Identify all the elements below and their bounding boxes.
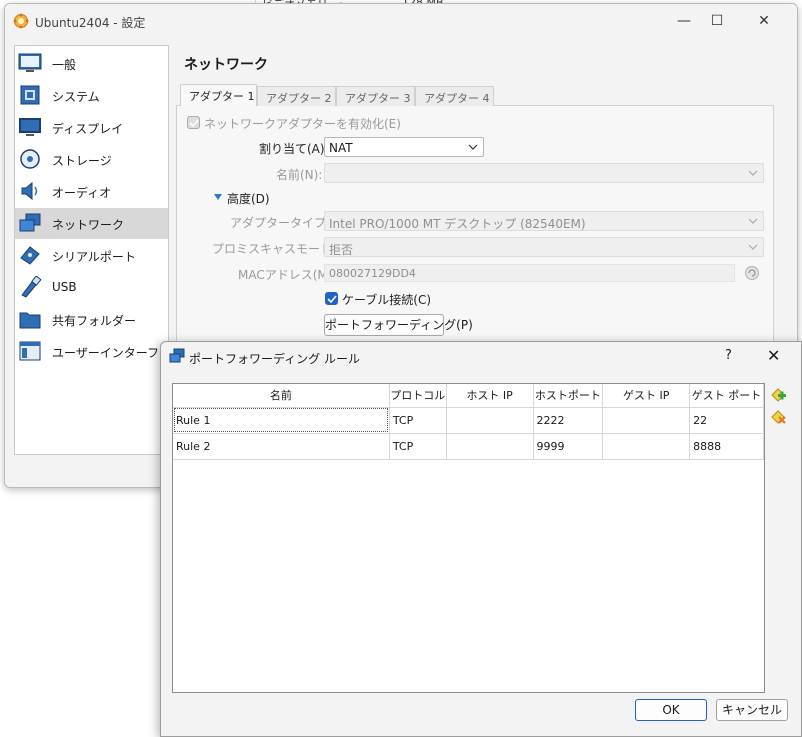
chevron-down-icon [748,218,758,224]
virtualbox-app-icon [13,13,29,29]
sidebar-item-serial-port[interactable]: シリアルポート [15,240,168,271]
tab-adapter-1[interactable]: アダプター 1 [180,84,257,106]
column-header-guest-port[interactable]: ゲスト ポート [689,384,764,408]
mac-address-value: 080027129DD4 [329,267,416,280]
system-icon [20,85,40,105]
remove-rule-icon[interactable] [769,408,787,426]
promiscuous-mode-value: 拒否 [329,243,354,257]
storage-icon [20,149,40,169]
audio-icon [21,181,38,201]
dialog-title: ポートフォワーディング ルール [189,352,360,366]
rule-host-port-cell[interactable]: 9999 [533,433,604,460]
cancel-button[interactable]: キャンセル [716,699,788,721]
promiscuous-mode-select[interactable]: 拒否 [324,237,764,257]
network-icon [19,213,41,232]
adapter-type-select[interactable]: Intel PRO/1000 MT デスクトップ (82540EM) [324,211,764,231]
chevron-down-icon [748,170,758,176]
name-label: 名前(N): [276,168,323,182]
chevron-down-icon [468,144,478,150]
cable-connected-checkbox[interactable] [325,292,338,305]
maximize-button[interactable]: ☐ [702,10,732,32]
network-icon [169,348,185,363]
sidebar-item-audio[interactable]: オーディオ [15,176,168,207]
chevron-down-icon [748,244,758,250]
refresh-mac-icon[interactable] [744,265,760,281]
ok-button[interactable]: OK [635,699,707,721]
rule-guest-port-cell[interactable]: 8888 [689,433,764,460]
tab-adapter-2[interactable]: アダプター 2 [257,86,336,106]
enable-adapter-label: ネットワークアダプターを有効化(E) [204,117,401,131]
table-row[interactable]: Rule 1 TCP 2222 22 [173,407,764,434]
settings-sidebar: 一般 システム ディスプレイ ストレージ オーディオ ネットワーク シリアルポー… [14,45,194,455]
enable-adapter-checkbox[interactable] [187,116,200,129]
rule-host-ip-cell[interactable] [446,433,534,460]
rule-host-ip-cell[interactable] [446,407,534,434]
rule-guest-port-cell[interactable]: 22 [689,407,764,434]
sidebar-item-general[interactable]: 一般 [15,48,168,79]
sidebar-item-label: USB [52,280,77,294]
sidebar-item-label: オーディオ [52,186,112,200]
title-bar: Ubuntu2404 - 設定 — ☐ ✕ [5,4,797,38]
advanced-toggle[interactable]: 高度(D) [227,190,270,207]
rule-guest-ip-cell[interactable] [602,433,691,460]
sidebar-item-label: 共有フォルダー [52,314,137,328]
sidebar-item-label: システム [52,90,100,104]
port-forwarding-dialog: ポートフォワーディング ルール ? ✕ 名前 プロトコル ホスト IP ホストポ… [160,341,802,737]
table-header-row: 名前 プロトコル ホスト IP ホストポート ゲスト IP ゲスト ポート [173,384,764,408]
help-button[interactable]: ? [725,348,732,363]
sidebar-item-network[interactable]: ネットワーク [15,208,168,239]
rule-protocol-cell[interactable]: TCP [389,433,447,460]
usb-icon [21,276,42,298]
shared-folder-icon [19,312,41,329]
page-title: ネットワーク [184,57,268,73]
sidebar-item-label: ストレージ [52,154,112,168]
rules-table: 名前 プロトコル ホスト IP ホストポート ゲスト IP ゲスト ポート Ru… [172,383,765,693]
column-header-host-port[interactable]: ホストポート [533,384,604,408]
minimize-button[interactable]: — [669,10,699,32]
sidebar-item-system[interactable]: システム [15,80,168,111]
dialog-close-button[interactable]: ✕ [767,346,780,365]
sidebar-item-display[interactable]: ディスプレイ [15,112,168,143]
mac-address-label: MACアドレス(M): [238,268,337,282]
rule-guest-ip-cell[interactable] [602,407,691,434]
port-forwarding-button[interactable]: ポートフォワーディング(P) [324,314,473,336]
close-button[interactable]: ✕ [749,10,779,32]
sidebar-item-label: ディスプレイ [52,122,124,136]
general-icon [18,53,42,72]
cable-connected-label: ケーブル接続(C) [342,293,432,307]
sidebar-item-label: 一般 [52,58,77,72]
column-header-protocol[interactable]: プロトコル [389,384,447,408]
sidebar-item-shared-folders[interactable]: 共有フォルダー [15,304,168,335]
attached-to-label: 割り当て(A): [259,142,329,156]
sidebar-item-label: ネットワーク [52,218,125,232]
name-select[interactable] [324,163,764,183]
attached-to-value: NAT [329,141,353,155]
expand-triangle-icon[interactable] [213,192,223,202]
rule-host-port-cell[interactable]: 2222 [533,407,604,434]
column-header-host-ip[interactable]: ホスト IP [446,384,534,408]
window-title: Ubuntu2404 - 設定 [35,16,146,30]
rule-name-cell[interactable]: Rule 1 [173,407,390,434]
sidebar-item-storage[interactable]: ストレージ [15,144,168,175]
rule-protocol-cell[interactable]: TCP [389,407,447,434]
rule-name-cell[interactable]: Rule 2 [173,433,390,460]
user-interface-icon [19,341,41,361]
column-header-name[interactable]: 名前 [173,384,390,408]
tab-adapter-4[interactable]: アダプター 4 [415,86,494,106]
display-icon [19,118,41,136]
attached-to-select[interactable]: NAT [324,137,484,157]
sidebar-item-usb[interactable]: USB [15,272,168,303]
serial-port-icon [20,246,40,265]
tab-adapter-3[interactable]: アダプター 3 [336,86,415,106]
add-rule-icon[interactable] [769,386,787,404]
table-row[interactable]: Rule 2 TCP 9999 8888 [173,433,764,460]
adapter-type-value: Intel PRO/1000 MT デスクトップ (82540EM) [329,217,586,231]
column-header-guest-ip[interactable]: ゲスト IP [602,384,691,408]
mac-address-field[interactable]: 080027129DD4 [324,264,735,282]
sidebar-item-label: シリアルポート [52,250,136,264]
sidebar-item-user-interface[interactable]: ユーザーインターフェース [15,336,194,367]
